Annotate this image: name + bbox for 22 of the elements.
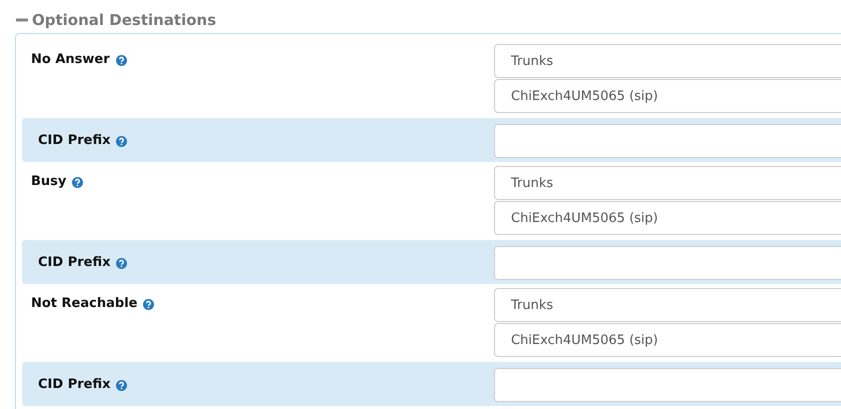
dropdown[interactable]: ChiExch4UM5065 (sip) — [494, 323, 841, 357]
field-label: CID Prefix — [38, 377, 110, 393]
help-icon[interactable] — [116, 258, 128, 269]
input-field[interactable] — [494, 246, 841, 280]
field-label: Not Reachable — [31, 296, 138, 312]
field-label: No Answer — [31, 52, 110, 68]
help-icon[interactable] — [143, 299, 154, 310]
help-icon[interactable] — [116, 136, 128, 147]
input-field[interactable] — [494, 368, 841, 402]
help-icon[interactable] — [72, 177, 84, 188]
help-icon[interactable] — [116, 55, 127, 66]
help-icon[interactable] — [116, 380, 128, 391]
dropdown[interactable]: ChiExch4UM5065 (sip) — [494, 79, 841, 113]
dropdown[interactable]: Trunks — [494, 288, 841, 322]
field-label: CID Prefix — [38, 255, 110, 271]
section-title: Optional Destinations — [32, 10, 216, 28]
dropdown[interactable]: Trunks — [494, 166, 841, 200]
input-field[interactable] — [494, 124, 841, 158]
dropdown[interactable]: Trunks — [494, 44, 841, 78]
field-label: CID Prefix — [38, 133, 110, 149]
field-label: Busy — [31, 174, 66, 190]
dropdown[interactable]: ChiExch4UM5065 (sip) — [494, 201, 841, 235]
